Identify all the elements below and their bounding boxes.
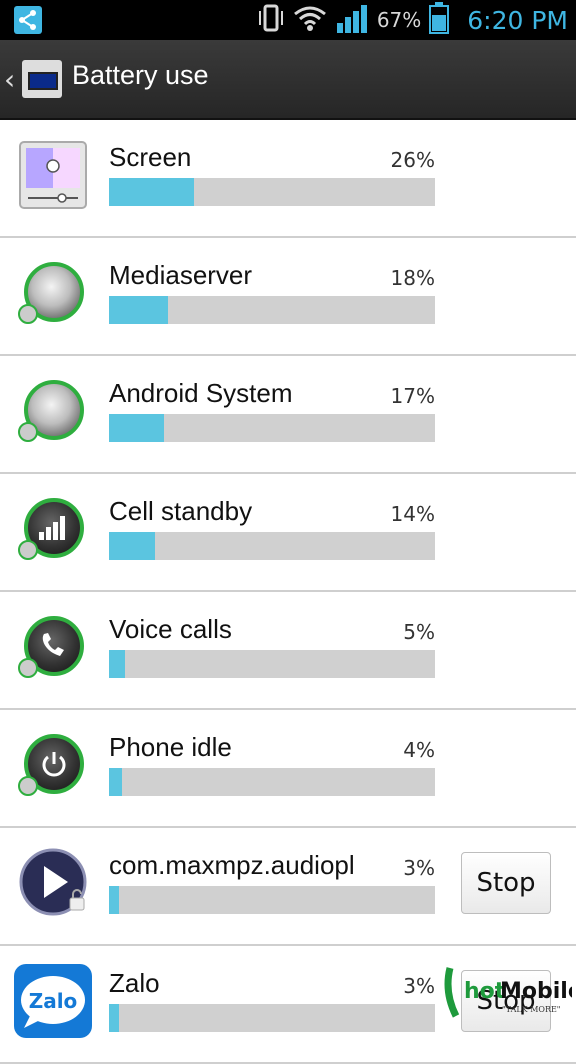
status-bar: 67% 6:20 PM xyxy=(0,0,576,40)
svg-text:Zalo: Zalo xyxy=(29,989,78,1013)
usage-percent: 14% xyxy=(390,502,435,526)
wifi-icon xyxy=(293,4,327,37)
battery-settings-icon[interactable] xyxy=(22,60,62,98)
svg-text:"TALK MORE": "TALK MORE" xyxy=(502,1005,560,1014)
battery-usage-row[interactable]: com.maxmpz.audiopl 3% Stop xyxy=(0,828,576,946)
usage-percent: 3% xyxy=(403,974,435,998)
battery-usage-row[interactable]: Mediaserver 18% xyxy=(0,238,576,356)
usage-bar xyxy=(109,532,435,560)
usage-percent: 18% xyxy=(390,266,435,290)
signal-bars-icon xyxy=(18,494,88,566)
share-icon xyxy=(14,6,42,34)
battery-usage-list: Screen 26% Mediaserver 18% Android System 17%… xyxy=(0,120,576,1064)
usage-bar xyxy=(109,414,435,442)
screen-brightness-icon xyxy=(18,140,88,212)
app-name: Android System xyxy=(109,378,293,408)
system-knob-icon xyxy=(18,376,88,448)
usage-bar xyxy=(109,1004,435,1032)
zalo-icon: Zalo xyxy=(14,964,92,1038)
svg-text:Mobile: Mobile xyxy=(500,979,572,1004)
usage-bar-fill xyxy=(109,886,119,914)
clock: 6:20 PM xyxy=(467,5,568,35)
usage-percent: 26% xyxy=(390,148,435,172)
battery-icon xyxy=(429,1,450,39)
app-name: Voice calls xyxy=(109,614,232,644)
phone-handset-icon xyxy=(18,612,88,684)
usage-bar xyxy=(109,650,435,678)
power-icon xyxy=(18,730,88,802)
usage-bar-fill xyxy=(109,1004,119,1032)
usage-bar-fill xyxy=(109,650,126,678)
app-name: Cell standby xyxy=(109,496,253,526)
battery-usage-row[interactable]: Phone idle 4% xyxy=(0,710,576,828)
usage-percent: 3% xyxy=(403,856,435,880)
system-knob-icon xyxy=(18,258,88,330)
status-right: 67% 6:20 PM xyxy=(257,0,568,40)
usage-percent: 5% xyxy=(403,620,435,644)
stop-button[interactable]: Stop xyxy=(461,852,551,914)
battery-usage-row[interactable]: Voice calls 5% xyxy=(0,592,576,710)
signal-icon xyxy=(335,3,369,38)
battery-usage-row[interactable]: Screen 26% xyxy=(0,120,576,238)
app-name: Zalo xyxy=(109,968,160,998)
usage-bar-fill xyxy=(109,768,123,796)
app-name: Mediaserver xyxy=(109,260,253,290)
app-name: com.maxmpz.audiopl xyxy=(109,850,355,880)
usage-bar xyxy=(109,768,435,796)
play-icon xyxy=(18,848,88,920)
usage-bar-fill xyxy=(109,178,194,206)
usage-bar xyxy=(109,296,435,324)
watermark-logo: hot Mobile "TALK MORE" xyxy=(442,962,576,1022)
back-chevron-icon[interactable]: ‹ xyxy=(4,66,15,94)
usage-bar-fill xyxy=(109,296,168,324)
usage-bar xyxy=(109,886,435,914)
usage-bar xyxy=(109,178,435,206)
action-bar: ‹ Battery use xyxy=(0,40,576,120)
page-title: Battery use xyxy=(72,60,209,90)
usage-percent: 4% xyxy=(403,738,435,762)
vibrate-icon xyxy=(257,3,285,38)
app-name: Phone idle xyxy=(109,732,232,762)
app-name: Screen xyxy=(109,142,192,172)
battery-usage-row[interactable]: Cell standby 14% xyxy=(0,474,576,592)
battery-usage-row[interactable]: Android System 17% xyxy=(0,356,576,474)
usage-bar-fill xyxy=(109,414,165,442)
usage-bar-fill xyxy=(109,532,155,560)
battery-percent: 67% xyxy=(376,8,422,32)
usage-percent: 17% xyxy=(390,384,435,408)
